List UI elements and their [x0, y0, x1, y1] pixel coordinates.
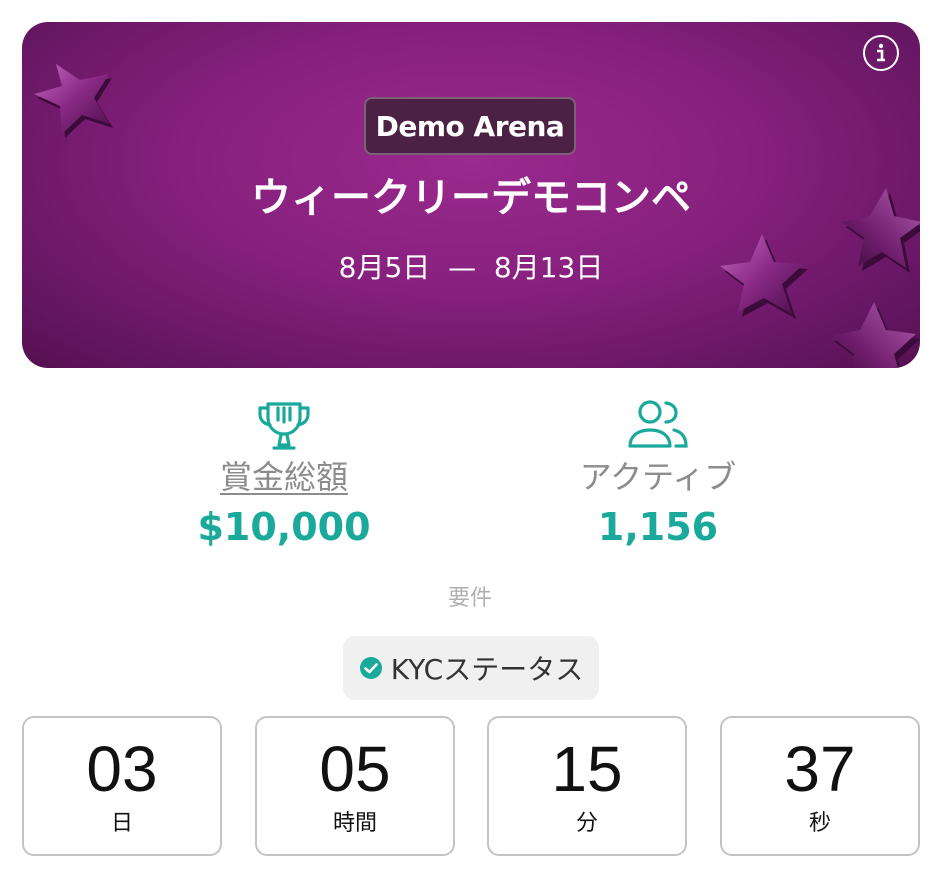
countdown-hours-value: 05: [319, 733, 391, 805]
active-players-label: アクティブ: [579, 458, 737, 496]
countdown-seconds-value: 37: [784, 733, 856, 805]
star-icon: [830, 302, 920, 368]
countdown-hours: 05 時間: [255, 716, 455, 856]
kyc-status-requirement: KYCステータス: [343, 636, 599, 700]
prize-pool-stat: 賞金総額 $10,000: [134, 398, 434, 550]
prize-pool-value: $10,000: [197, 505, 371, 549]
active-players-stat: アクティブ 1,156: [508, 398, 808, 550]
prize-pool-label[interactable]: 賞金総額: [134, 456, 434, 498]
star-icon: [34, 64, 113, 138]
countdown-days-value: 03: [86, 733, 158, 805]
check-circle-icon: [359, 657, 382, 679]
users-icon: [628, 400, 688, 448]
info-icon: [877, 43, 885, 62]
competition-page: Demo Arena ウィークリーデモコンペ 8月5日 — 8月13日 賞金総額…: [0, 0, 930, 880]
requirements-heading: 要件: [447, 586, 492, 611]
countdown-hours-unit: 時間: [332, 811, 377, 836]
info-button[interactable]: [863, 35, 899, 71]
countdown-days: 03 日: [22, 716, 222, 856]
competition-dates: 8月5日 — 8月13日: [338, 251, 604, 284]
kyc-status-label: KYCステータス: [390, 653, 584, 686]
countdown-days-unit: 日: [110, 811, 133, 836]
countdown-minutes-value: 15: [551, 733, 623, 805]
active-players-value: 1,156: [597, 505, 719, 549]
countdown-minutes-unit: 分: [575, 811, 598, 836]
countdown-seconds: 37 秒: [720, 716, 920, 856]
trophy-icon: [258, 402, 310, 450]
arena-badge: Demo Arena: [364, 97, 576, 155]
countdown-minutes: 15 分: [487, 716, 687, 856]
countdown-seconds-unit: 秒: [808, 811, 831, 836]
competition-banner: Demo Arena ウィークリーデモコンペ 8月5日 — 8月13日: [22, 22, 920, 368]
competition-title: ウィークリーデモコンペ: [251, 175, 691, 221]
